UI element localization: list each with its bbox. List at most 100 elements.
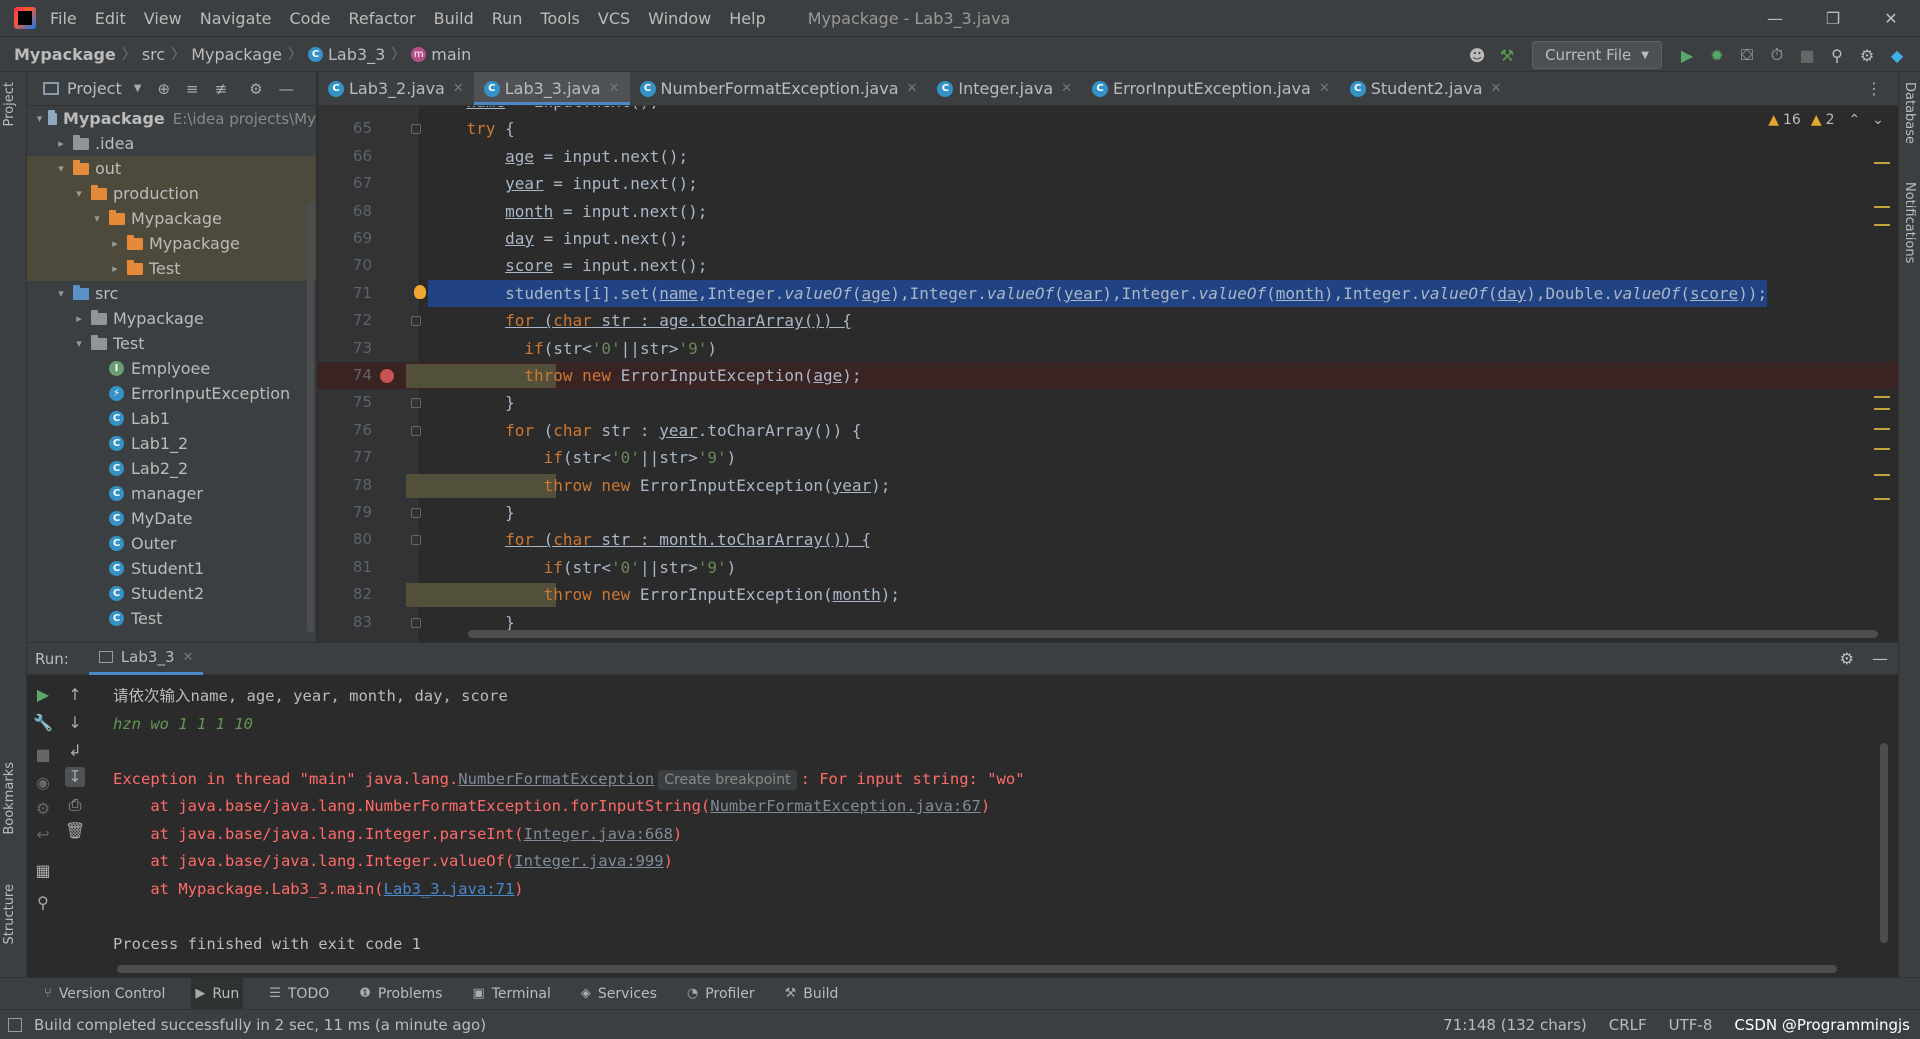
chevron-up-icon[interactable]: ⌃ bbox=[1849, 112, 1861, 128]
hide-icon[interactable]: — bbox=[1872, 649, 1888, 668]
tree-item[interactable]: C Lab1_2 bbox=[27, 431, 316, 456]
close-icon[interactable]: ✕ bbox=[1862, 0, 1920, 36]
line-number[interactable]: 68 bbox=[318, 198, 372, 225]
inspection-widget[interactable]: ▲ 16 ▲ 2 ⌃ ⌄ bbox=[1768, 112, 1884, 128]
collapse-all-icon[interactable]: ≢ bbox=[215, 80, 228, 98]
code-line[interactable]: 76 for (char str : year.toCharArray()) { bbox=[318, 417, 1898, 444]
code-text[interactable]: month = input.next(); bbox=[428, 198, 707, 225]
code-line[interactable]: 74 throw new ErrorInputException(age); bbox=[318, 362, 1898, 389]
settings-icon[interactable]: ⚙ bbox=[33, 799, 53, 819]
code-text[interactable]: age = input.next(); bbox=[428, 143, 688, 170]
arrow-down-icon[interactable]: ↓ bbox=[65, 713, 85, 733]
editor-tab[interactable]: C Lab3_3.java ✕ bbox=[473, 72, 630, 105]
database-tool-tab[interactable]: Database bbox=[1902, 82, 1917, 144]
soft-wrap-icon[interactable]: ↲ bbox=[65, 741, 85, 761]
tree-item[interactable]: C MyDate bbox=[27, 506, 316, 531]
code-line[interactable]: 72 for (char str : age.toCharArray()) { bbox=[318, 307, 1898, 334]
editor-tab[interactable]: C NumberFormatException.java ✕ bbox=[630, 72, 928, 105]
tool-tab-profiler[interactable]: ◔ Profiler bbox=[683, 978, 759, 1010]
line-number[interactable]: 78 bbox=[318, 472, 372, 499]
wrench-icon[interactable]: 🔧 bbox=[33, 713, 53, 733]
code-text[interactable]: for (char str : year.toCharArray()) { bbox=[428, 417, 861, 444]
line-number[interactable]: 67 bbox=[318, 170, 372, 197]
fold-icon[interactable] bbox=[411, 617, 421, 628]
rerun-icon[interactable]: ▶ bbox=[33, 685, 53, 705]
line-number[interactable]: 79 bbox=[318, 499, 372, 526]
tree-item[interactable]: ▸ Mypackage bbox=[27, 231, 316, 256]
run-icon[interactable]: ▶ bbox=[1672, 40, 1702, 70]
code-line[interactable]: 82 throw new ErrorInputException(month); bbox=[318, 581, 1898, 608]
close-icon[interactable]: ✕ bbox=[1491, 81, 1502, 96]
error-stripe-marker[interactable] bbox=[1874, 408, 1890, 410]
scrollbar[interactable] bbox=[1880, 743, 1888, 943]
line-separator[interactable]: CRLF bbox=[1609, 1016, 1647, 1034]
error-stripe-marker[interactable] bbox=[1874, 396, 1890, 398]
pin-icon[interactable]: ⚲ bbox=[33, 893, 53, 913]
fold-icon[interactable] bbox=[411, 398, 421, 409]
scrollbar[interactable] bbox=[117, 965, 1837, 973]
editor-tab[interactable]: C Integer.java ✕ bbox=[927, 72, 1082, 105]
code-line[interactable]: 73 if(str<'0'||str>'9') bbox=[318, 335, 1898, 362]
chevron-down-icon[interactable]: ⌄ bbox=[1872, 112, 1884, 128]
stop-icon[interactable]: ■ bbox=[33, 745, 53, 765]
code-text[interactable]: score = input.next(); bbox=[428, 252, 707, 279]
source-link[interactable]: Lab3_3.java:71 bbox=[384, 880, 515, 898]
tree-item[interactable]: ▾ src bbox=[27, 281, 316, 306]
tool-tab-run[interactable]: ▶ Run bbox=[191, 977, 244, 1010]
line-number[interactable]: 75 bbox=[318, 389, 372, 416]
console-output[interactable]: 请依次输入name, age, year, month, day, score … bbox=[113, 683, 1868, 977]
tree-item[interactable]: ▸ Mypackage bbox=[27, 306, 316, 331]
editor-tab[interactable]: C ErrorInputException.java ✕ bbox=[1082, 72, 1340, 105]
code-line[interactable]: 80 for (char str : month.toCharArray()) … bbox=[318, 526, 1898, 553]
hide-icon[interactable]: — bbox=[279, 80, 294, 98]
breadcrumb-src[interactable]: src bbox=[142, 45, 165, 64]
code-line[interactable]: 67 year = input.next(); bbox=[318, 170, 1898, 197]
error-stripe-marker[interactable] bbox=[1874, 224, 1890, 226]
code-line[interactable]: 81 if(str<'0'||str>'9') bbox=[318, 554, 1898, 581]
source-link[interactable]: NumberFormatException.java:67 bbox=[710, 797, 981, 815]
tool-tab-build[interactable]: ⚒ Build bbox=[781, 978, 843, 1010]
run-tab-lab3-3[interactable]: Lab3_3 ✕ bbox=[88, 643, 204, 675]
tree-item[interactable]: Cmanager bbox=[27, 481, 316, 506]
debug-icon[interactable]: ✹ bbox=[1702, 40, 1732, 70]
breadcrumb-package[interactable]: Mypackage bbox=[191, 45, 282, 64]
minimize-icon[interactable]: — bbox=[1746, 0, 1804, 36]
code-text[interactable]: students[i].set(name,Integer.valueOf(age… bbox=[428, 279, 1768, 307]
chevron-right-icon[interactable]: ▸ bbox=[71, 312, 87, 325]
close-icon[interactable]: ✕ bbox=[453, 81, 464, 96]
line-number[interactable]: 76 bbox=[318, 417, 372, 444]
code-text[interactable]: if(str<'0'||str>'9') bbox=[428, 335, 717, 362]
code-line[interactable]: 79 } bbox=[318, 499, 1898, 526]
line-number[interactable]: 66 bbox=[318, 143, 372, 170]
coverage-icon[interactable]: ⛋ bbox=[1732, 40, 1762, 70]
menu-view[interactable]: View bbox=[144, 9, 182, 28]
line-number[interactable]: 82 bbox=[318, 581, 372, 608]
tree-item[interactable]: I Emplyoee bbox=[27, 356, 316, 381]
breakpoint-icon[interactable] bbox=[380, 369, 394, 383]
code-editor[interactable]: 64 name = input.next();65 try {66 age = … bbox=[318, 106, 1898, 642]
tree-item[interactable]: C Outer bbox=[27, 531, 316, 556]
menu-help[interactable]: Help bbox=[729, 9, 765, 28]
profile-icon[interactable]: ⏱ bbox=[1762, 40, 1792, 70]
user-icon[interactable]: ☻ bbox=[1462, 40, 1492, 70]
error-stripe-marker[interactable] bbox=[1874, 206, 1890, 208]
code-line[interactable]: 69 day = input.next(); bbox=[318, 225, 1898, 252]
close-icon[interactable]: ✕ bbox=[609, 81, 620, 96]
chevron-right-icon[interactable]: ▸ bbox=[107, 262, 123, 275]
menu-window[interactable]: Window bbox=[648, 9, 711, 28]
menu-file[interactable]: File bbox=[50, 9, 77, 28]
source-link[interactable]: Integer.java:668 bbox=[524, 825, 673, 843]
locate-icon[interactable]: ⊕ bbox=[157, 80, 170, 98]
caret-position[interactable]: 71:148 (132 chars) bbox=[1443, 1016, 1587, 1034]
status-message[interactable]: Build completed successfully in 2 sec, 1… bbox=[34, 1016, 486, 1034]
code-text[interactable]: } bbox=[428, 389, 515, 416]
bookmarks-tool-tab[interactable]: Bookmarks bbox=[2, 762, 17, 835]
chevron-down-icon[interactable]: ▾ bbox=[53, 162, 69, 175]
tree-item[interactable]: C Test bbox=[27, 606, 316, 631]
build-hammer-icon[interactable]: ⚒ bbox=[1492, 40, 1522, 70]
menu-build[interactable]: Build bbox=[434, 9, 474, 28]
menu-run[interactable]: Run bbox=[492, 9, 523, 28]
tree-item[interactable]: ▾ out bbox=[27, 156, 316, 181]
tool-tab-version-control[interactable]: ⑂ Version Control bbox=[40, 978, 169, 1010]
chevron-down-icon[interactable]: ▾ bbox=[53, 287, 69, 300]
